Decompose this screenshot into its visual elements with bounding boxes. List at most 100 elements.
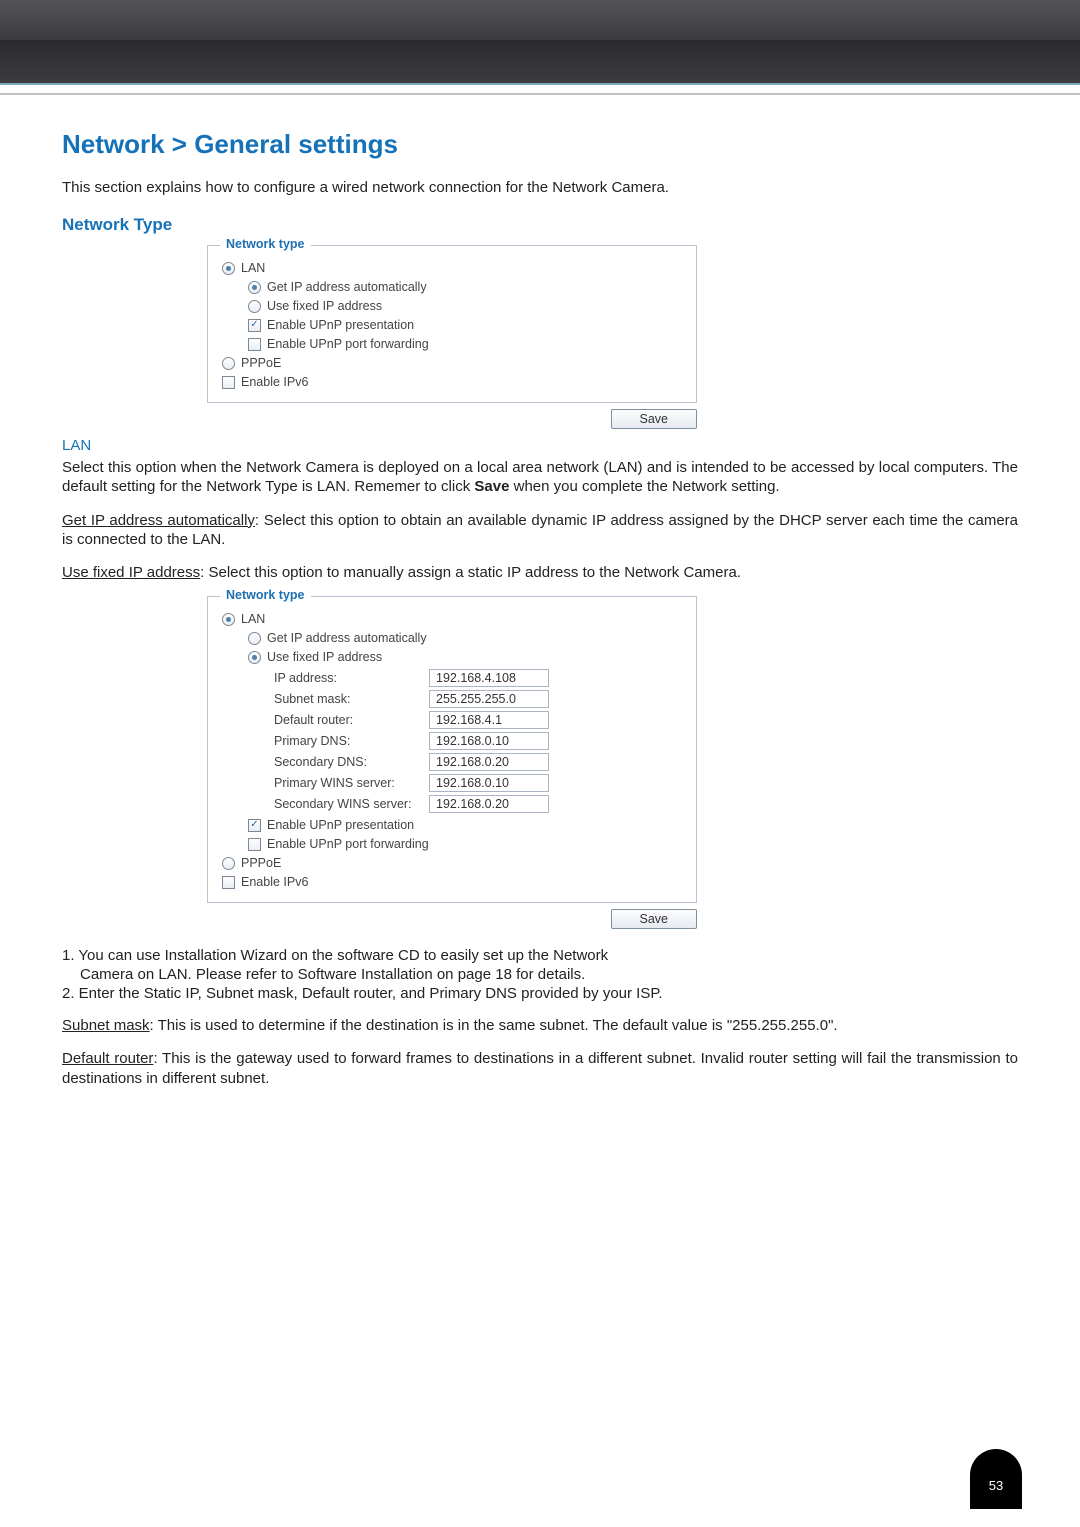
panel1-wrap: Network type LAN Get IP address automati…	[207, 245, 697, 403]
radio-icon	[248, 651, 261, 664]
checkbox-icon	[222, 376, 235, 389]
subnet-mask-label: Subnet mask:	[274, 692, 419, 706]
ip-address-input[interactable]	[429, 669, 549, 687]
radio-pppoe-row[interactable]: PPPoE	[222, 356, 682, 370]
secondary-wins-row: Secondary WINS server:	[274, 795, 682, 813]
panel1-legend: Network type	[220, 237, 311, 251]
p2-check-ipv6-label: Enable IPv6	[241, 875, 308, 889]
lan-para-save: Save	[474, 478, 509, 495]
primary-dns-input[interactable]	[429, 732, 549, 750]
p2-radio-lan-label: LAN	[241, 612, 265, 626]
numbered-list: 1. You can use Installation Wizard on th…	[62, 947, 1018, 1002]
panel2-legend: Network type	[220, 588, 311, 602]
p2-check-upnp-port-label: Enable UPnP port forwarding	[267, 837, 429, 851]
page-number-badge: 53	[970, 1449, 1022, 1509]
header-band	[0, 0, 1080, 85]
subnet-paragraph: Subnet mask: This is used to determine i…	[62, 1016, 1018, 1035]
check-ipv6-label: Enable IPv6	[241, 375, 308, 389]
checkbox-icon	[248, 819, 261, 832]
p2-radio-pppoe-label: PPPoE	[241, 856, 281, 870]
primary-wins-input[interactable]	[429, 774, 549, 792]
default-router-input[interactable]	[429, 711, 549, 729]
radio-icon	[248, 300, 261, 313]
default-router-label: Default router:	[274, 713, 419, 727]
checkbox-icon	[248, 838, 261, 851]
separator	[0, 93, 1080, 95]
radio-use-fixed-row[interactable]: Use fixed IP address	[222, 299, 682, 313]
checkbox-icon	[222, 876, 235, 889]
page-title: Network > General settings	[62, 129, 1018, 160]
check-upnp-pres-row[interactable]: Enable UPnP presentation	[222, 318, 682, 332]
page-number: 53	[989, 1478, 1003, 1493]
radio-icon	[222, 613, 235, 626]
panel2-wrap: Network type LAN Get IP address automati…	[207, 596, 697, 903]
lan-para-b: when you complete the Network setting.	[509, 478, 779, 495]
checkbox-icon	[248, 338, 261, 351]
p2-check-upnp-port-row[interactable]: Enable UPnP port forwarding	[222, 837, 682, 851]
default-router-row: Default router:	[274, 711, 682, 729]
radio-lan-label: LAN	[241, 261, 265, 275]
radio-use-fixed-label: Use fixed IP address	[267, 299, 382, 313]
primary-dns-label: Primary DNS:	[274, 734, 419, 748]
p2-check-ipv6-row[interactable]: Enable IPv6	[222, 875, 682, 889]
p2-radio-lan-row[interactable]: LAN	[222, 612, 682, 626]
secondary-wins-label: Secondary WINS server:	[274, 797, 419, 811]
router-label: Default router	[62, 1050, 153, 1067]
lan-paragraph: Select this option when the Network Came…	[62, 458, 1018, 496]
primary-wins-row: Primary WINS server:	[274, 774, 682, 792]
list-item-1b: Camera on LAN. Please refer to Software …	[62, 966, 1018, 983]
radio-icon	[248, 632, 261, 645]
radio-icon	[248, 281, 261, 294]
p2-radio-get-auto-row[interactable]: Get IP address automatically	[222, 631, 682, 645]
page-body: Network > General settings This section …	[0, 95, 1080, 1132]
primary-dns-row: Primary DNS:	[274, 732, 682, 750]
radio-icon	[222, 357, 235, 370]
radio-icon	[222, 262, 235, 275]
subnet-mask-row: Subnet mask:	[274, 690, 682, 708]
panel1-save-row: Save	[207, 409, 697, 429]
checkbox-icon	[248, 319, 261, 332]
check-upnp-port-label: Enable UPnP port forwarding	[267, 337, 429, 351]
use-fixed-text: : Select this option to manually assign …	[200, 564, 741, 581]
p2-radio-use-fixed-row[interactable]: Use fixed IP address	[222, 650, 682, 664]
lan-subheading: LAN	[62, 437, 1018, 454]
use-fixed-label: Use fixed IP address	[62, 564, 200, 581]
ip-address-label: IP address:	[274, 671, 419, 685]
save-button[interactable]: Save	[611, 909, 698, 929]
radio-icon	[222, 857, 235, 870]
radio-get-auto-row[interactable]: Get IP address automatically	[222, 280, 682, 294]
radio-get-auto-label: Get IP address automatically	[267, 280, 427, 294]
router-text: : This is the gateway used to forward fr…	[62, 1050, 1018, 1086]
panel-network-type-1: Network type LAN Get IP address automati…	[207, 245, 697, 403]
p2-radio-pppoe-row[interactable]: PPPoE	[222, 856, 682, 870]
check-ipv6-row[interactable]: Enable IPv6	[222, 375, 682, 389]
ip-address-row: IP address:	[274, 669, 682, 687]
radio-lan-row[interactable]: LAN	[222, 261, 682, 275]
use-fixed-paragraph: Use fixed IP address: Select this option…	[62, 563, 1018, 582]
panel2-save-row: Save	[207, 909, 697, 929]
radio-pppoe-label: PPPoE	[241, 356, 281, 370]
primary-wins-label: Primary WINS server:	[274, 776, 419, 790]
check-upnp-port-row[interactable]: Enable UPnP port forwarding	[222, 337, 682, 351]
p2-check-upnp-pres-label: Enable UPnP presentation	[267, 818, 414, 832]
get-auto-paragraph: Get IP address automatically: Select thi…	[62, 511, 1018, 549]
intro-text: This section explains how to configure a…	[62, 178, 1018, 197]
save-button[interactable]: Save	[611, 409, 698, 429]
p2-check-upnp-pres-row[interactable]: Enable UPnP presentation	[222, 818, 682, 832]
secondary-dns-input[interactable]	[429, 753, 549, 771]
subnet-label: Subnet mask	[62, 1017, 150, 1034]
p2-radio-use-fixed-label: Use fixed IP address	[267, 650, 382, 664]
secondary-dns-row: Secondary DNS:	[274, 753, 682, 771]
subnet-text: : This is used to determine if the desti…	[150, 1017, 838, 1034]
p2-radio-get-auto-label: Get IP address automatically	[267, 631, 427, 645]
router-paragraph: Default router: This is the gateway used…	[62, 1049, 1018, 1087]
check-upnp-pres-label: Enable UPnP presentation	[267, 318, 414, 332]
panel-network-type-2: Network type LAN Get IP address automati…	[207, 596, 697, 903]
secondary-wins-input[interactable]	[429, 795, 549, 813]
get-auto-label: Get IP address automatically	[62, 512, 255, 529]
list-item-2: 2. Enter the Static IP, Subnet mask, Def…	[62, 985, 1018, 1002]
secondary-dns-label: Secondary DNS:	[274, 755, 419, 769]
section-network-type: Network Type	[62, 215, 1018, 235]
list-item-1a: 1. You can use Installation Wizard on th…	[62, 947, 1018, 964]
subnet-mask-input[interactable]	[429, 690, 549, 708]
